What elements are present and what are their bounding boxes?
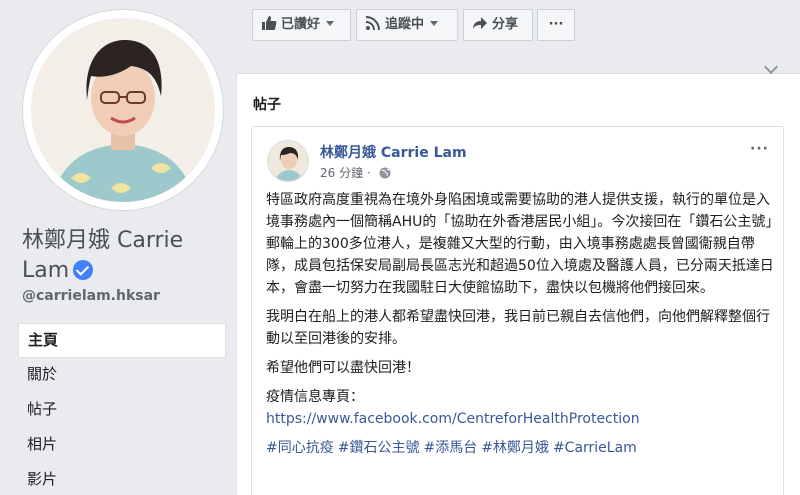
post-timestamp[interactable]: 26 分鐘 bbox=[320, 166, 363, 180]
hashtag-link[interactable]: #添馬台 bbox=[423, 440, 477, 456]
share-button[interactable]: 分享 bbox=[463, 9, 533, 41]
post-hashtags: #同心抗疫 #鑽石公主號 #添馬台 #林鄭月娥 #CarrieLam bbox=[266, 437, 774, 459]
share-arrow-icon bbox=[473, 17, 487, 29]
post-meta: 26 分鐘 · bbox=[320, 164, 391, 181]
following-button[interactable]: 追蹤中 bbox=[356, 9, 458, 41]
chevron-down-icon[interactable] bbox=[763, 59, 779, 75]
post-info-label: 疫情信息專頁： bbox=[266, 389, 364, 405]
profile-photo-illustration bbox=[31, 18, 215, 202]
post-author-name[interactable]: 林鄭月娥 Carrie Lam bbox=[320, 142, 467, 162]
chevron-down-icon bbox=[326, 21, 335, 26]
verified-badge-icon bbox=[73, 260, 94, 280]
more-actions-button[interactable]: ··· bbox=[537, 9, 575, 41]
page-name: 林鄭月娥 Carrie Lam bbox=[22, 226, 232, 286]
share-label: 分享 bbox=[492, 17, 519, 32]
post-author-avatar[interactable] bbox=[267, 140, 309, 182]
page-name-line2: Lam bbox=[22, 258, 70, 283]
post-body: 特區政府高度重視為在境外身陷困境或需要協助的港人提供支援，執行的單位是入境事務處… bbox=[266, 189, 774, 466]
post-options-button[interactable]: ··· bbox=[750, 141, 769, 157]
nav-item-about[interactable]: 關於 bbox=[18, 358, 226, 393]
posts-section-title: 帖子 bbox=[253, 97, 281, 113]
post-info-block: 疫情信息專頁： https://www.facebook.com/Centref… bbox=[266, 386, 774, 430]
nav-item-home[interactable]: 主頁 bbox=[18, 323, 226, 358]
nav-item-photos[interactable]: 相片 bbox=[18, 428, 226, 463]
page-action-bar: 已讚好 追蹤中 分享 ··· bbox=[236, 0, 800, 50]
nav-item-videos[interactable]: 影片 bbox=[18, 463, 226, 495]
globe-icon bbox=[379, 167, 391, 179]
nav-item-posts[interactable]: 帖子 bbox=[18, 393, 226, 428]
hashtag-link[interactable]: #同心抗疫 bbox=[266, 440, 334, 456]
liked-button[interactable]: 已讚好 bbox=[252, 9, 351, 41]
post-paragraph: 希望他們可以盡快回港！ bbox=[266, 360, 420, 376]
post-link[interactable]: https://www.facebook.com/CentreforHealth… bbox=[266, 408, 774, 430]
thumbs-up-icon bbox=[262, 16, 277, 30]
post-meta-separator: · bbox=[366, 166, 371, 180]
chevron-down-icon bbox=[430, 21, 439, 26]
post-paragraph: 我明白在船上的港人都希望盡快回港，我日前已親自去信他們，向他們解釋整個行動以至回… bbox=[266, 309, 770, 347]
following-label: 追蹤中 bbox=[385, 17, 425, 32]
post-card: 林鄭月娥 Carrie Lam 26 分鐘 · ··· 特區政府高度重視為在境外… bbox=[251, 126, 784, 495]
posts-section: 帖子 林鄭月娥 Carrie Lam 26 分鐘 · ··· 特區政府高度重視為… bbox=[236, 59, 800, 495]
page-handle[interactable]: @carrielam.hksar bbox=[22, 288, 160, 304]
liked-label: 已讚好 bbox=[281, 17, 321, 32]
rss-follow-icon bbox=[365, 16, 380, 31]
page-name-line1: 林鄭月娥 Carrie bbox=[22, 228, 184, 253]
left-column: 林鄭月娥 Carrie Lam @carrielam.hksar 主頁 關於 帖… bbox=[0, 0, 236, 495]
hashtag-link[interactable]: #林鄭月娥 bbox=[481, 440, 549, 456]
profile-picture[interactable] bbox=[31, 18, 215, 202]
hashtag-link[interactable]: #CarrieLam bbox=[553, 440, 637, 456]
hashtag-link[interactable]: #鑽石公主號 bbox=[338, 440, 420, 456]
avatar-illustration bbox=[268, 141, 308, 181]
page-nav: 主頁 關於 帖子 相片 影片 bbox=[18, 323, 226, 495]
post-paragraph: 特區政府高度重視為在境外身陷困境或需要協助的港人提供支援，執行的單位是入境事務處… bbox=[266, 192, 774, 296]
